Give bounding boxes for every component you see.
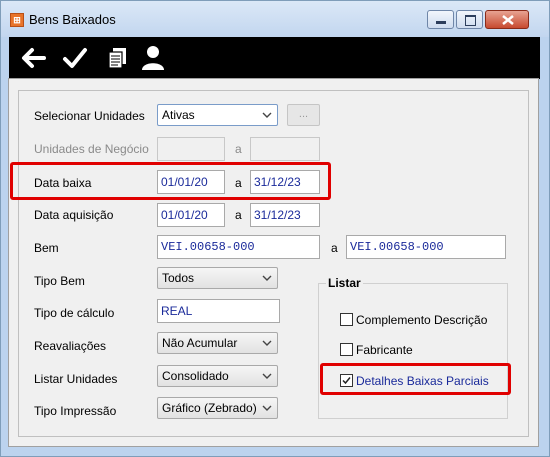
data-baixa-highlight: [10, 162, 331, 200]
window-title: Bens Baixados: [29, 12, 116, 27]
unidades-negocio-to-input[interactable]: [250, 137, 320, 161]
detalhes-baixas-highlight: [320, 363, 511, 395]
close-icon: [502, 15, 514, 25]
tipo-calculo-input[interactable]: REAL: [157, 299, 280, 323]
reavaliacoes-select[interactable]: Não Acumular: [157, 332, 278, 354]
listar-unidades-label: Listar Unidades: [34, 372, 118, 386]
tipo-bem-label: Tipo Bem: [34, 274, 85, 288]
listar-unidades-value: Consolidado: [162, 369, 229, 383]
listar-group-title: Listar: [326, 276, 363, 290]
bem-label: Bem: [34, 241, 59, 255]
ellipsis-button[interactable]: ...: [287, 104, 320, 126]
fabricante-checkbox[interactable]: [340, 343, 353, 356]
unidades-negocio-from-input[interactable]: [157, 137, 225, 161]
reavaliacoes-value: Não Acumular: [162, 336, 238, 350]
maximize-icon: [465, 15, 476, 26]
tipo-impressao-label: Tipo Impressão: [34, 404, 117, 418]
tipo-calculo-label: Tipo de cálculo: [34, 306, 115, 320]
maximize-button[interactable]: [456, 10, 483, 29]
checkmark-icon[interactable]: [59, 42, 91, 74]
chevron-down-icon: [262, 340, 272, 346]
bem-to-input[interactable]: VEI.00658-000: [346, 235, 506, 259]
selecionar-unidades-label: Selecionar Unidades: [34, 109, 145, 123]
tipo-impressao-select[interactable]: Gráfico (Zebrado): [157, 397, 278, 419]
tipo-impressao-value: Gráfico (Zebrado): [162, 401, 257, 415]
reavaliacoes-label: Reavaliações: [34, 339, 107, 353]
minimize-icon: [436, 21, 446, 24]
title-bar: ⊞ Bens Baixados: [1, 1, 549, 37]
arrow-left-icon[interactable]: [17, 42, 49, 74]
listar-unidades-select[interactable]: Consolidado: [157, 365, 278, 387]
complemento-descricao-label[interactable]: Complemento Descrição: [356, 313, 487, 327]
copy-icon[interactable]: [101, 42, 133, 74]
minimize-button[interactable]: [427, 10, 454, 29]
bem-sep: a: [331, 241, 338, 255]
app-icon: ⊞: [10, 13, 24, 27]
unidades-negocio-sep: a: [235, 142, 242, 156]
unidades-negocio-label: Unidades de Negócio: [34, 142, 149, 156]
data-aquisicao-from-input[interactable]: 01/01/20: [157, 203, 225, 227]
data-aquisicao-label: Data aquisição: [34, 208, 114, 222]
chevron-down-icon: [262, 373, 272, 379]
chevron-down-icon: [262, 275, 272, 281]
chevron-down-icon: [262, 112, 272, 118]
fabricante-label[interactable]: Fabricante: [356, 343, 413, 357]
selecionar-unidades-select[interactable]: Ativas: [157, 104, 278, 126]
tipo-bem-select[interactable]: Todos: [157, 267, 278, 289]
complemento-descricao-checkbox[interactable]: [340, 313, 353, 326]
user-icon[interactable]: [137, 42, 169, 74]
chevron-down-icon: [262, 405, 272, 411]
selecionar-unidades-value: Ativas: [162, 108, 195, 122]
data-aquisicao-to-input[interactable]: 31/12/23: [250, 203, 320, 227]
close-button[interactable]: [485, 10, 529, 29]
toolbar: [9, 37, 540, 79]
tipo-bem-value: Todos: [162, 271, 195, 285]
data-aquisicao-sep: a: [235, 208, 242, 222]
bem-from-input[interactable]: VEI.00658-000: [157, 235, 320, 259]
